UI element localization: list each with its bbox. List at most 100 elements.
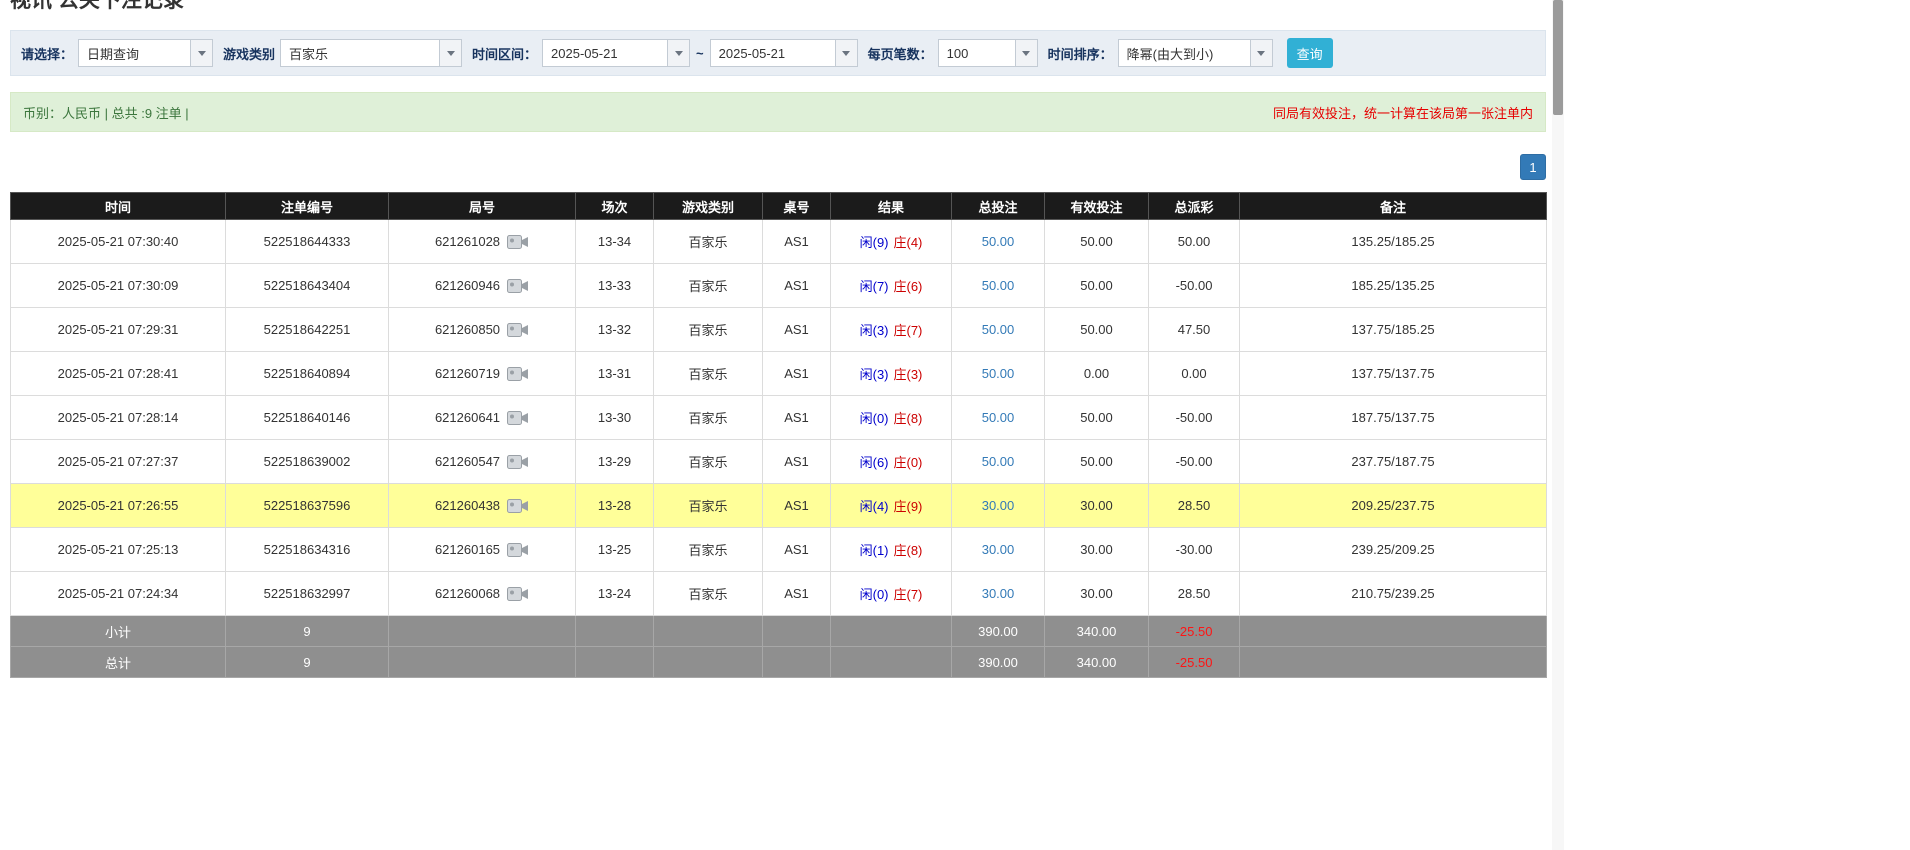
total-bet-link[interactable]: 50.00 bbox=[982, 366, 1015, 381]
player-result: 闲(3) bbox=[860, 367, 889, 382]
time-sort-select[interactable]: 降幂(由大到小) bbox=[1118, 39, 1273, 67]
cell-table-no: AS1 bbox=[763, 352, 831, 396]
table-header-row: 时间 注单编号 局号 场次 游戏类别 桌号 结果 总投注 有效投注 总派彩 备注 bbox=[11, 193, 1547, 220]
page-1-button[interactable]: 1 bbox=[1520, 154, 1546, 180]
video-replay-icon[interactable] bbox=[507, 234, 529, 250]
total-bet-link[interactable]: 50.00 bbox=[982, 454, 1015, 469]
total-bet-link[interactable]: 50.00 bbox=[982, 278, 1015, 293]
total-bet-link[interactable]: 50.00 bbox=[982, 410, 1015, 425]
date-from-select[interactable]: 2025-05-21 bbox=[542, 39, 690, 67]
col-session: 场次 bbox=[576, 193, 654, 220]
cell-time: 2025-05-21 07:24:34 bbox=[11, 572, 226, 616]
cell-bet-id: 522518640146 bbox=[226, 396, 389, 440]
player-result: 闲(4) bbox=[860, 499, 889, 514]
cell-result: 闲(0)庄(8) bbox=[831, 396, 952, 440]
cell-payout: -30.00 bbox=[1149, 528, 1240, 572]
total-bet-link[interactable]: 50.00 bbox=[982, 322, 1015, 337]
total-bet-link[interactable]: 30.00 bbox=[982, 498, 1015, 513]
cell-payout: 28.50 bbox=[1149, 572, 1240, 616]
table-row: 2025-05-21 07:28:14 522518640146 6212606… bbox=[11, 396, 1547, 440]
chevron-down-icon[interactable] bbox=[835, 40, 857, 66]
subtotal-empty bbox=[763, 616, 831, 647]
query-button[interactable]: 查询 bbox=[1287, 38, 1333, 68]
chevron-down-icon[interactable] bbox=[1250, 40, 1272, 66]
cell-session: 13-34 bbox=[576, 220, 654, 264]
cell-note: 239.25/209.25 bbox=[1240, 528, 1547, 572]
round-number: 621260438 bbox=[435, 498, 500, 513]
cell-game-type: 百家乐 bbox=[654, 264, 763, 308]
cell-bet-id: 522518640894 bbox=[226, 352, 389, 396]
cell-table-no: AS1 bbox=[763, 440, 831, 484]
cell-bet-id: 522518639002 bbox=[226, 440, 389, 484]
grand-total-empty bbox=[389, 647, 576, 678]
video-replay-icon[interactable] bbox=[507, 586, 529, 602]
cell-round: 621261028 bbox=[389, 220, 576, 264]
game-type-select[interactable]: 百家乐 bbox=[280, 39, 462, 67]
cell-valid-bet: 30.00 bbox=[1045, 572, 1149, 616]
subtotal-payout: -25.50 bbox=[1149, 616, 1240, 647]
video-replay-icon[interactable] bbox=[507, 542, 529, 558]
banker-result: 庄(8) bbox=[894, 411, 923, 426]
date-query-select-value: 日期查询 bbox=[79, 40, 190, 66]
records-table: 时间 注单编号 局号 场次 游戏类别 桌号 结果 总投注 有效投注 总派彩 备注… bbox=[10, 192, 1547, 678]
page-size-value: 100 bbox=[939, 40, 1015, 66]
cell-total-bet: 50.00 bbox=[952, 264, 1045, 308]
cell-session: 13-29 bbox=[576, 440, 654, 484]
video-replay-icon[interactable] bbox=[507, 322, 529, 338]
total-bet-link[interactable]: 30.00 bbox=[982, 542, 1015, 557]
subtotal-empty bbox=[654, 616, 763, 647]
scrollbar-thumb[interactable] bbox=[1553, 0, 1563, 115]
cell-bet-id: 522518644333 bbox=[226, 220, 389, 264]
cell-note: 185.25/135.25 bbox=[1240, 264, 1547, 308]
cell-valid-bet: 50.00 bbox=[1045, 440, 1149, 484]
cell-table-no: AS1 bbox=[763, 528, 831, 572]
banker-result: 庄(7) bbox=[894, 323, 923, 338]
page: 视讯 公关下注记录 请选择： 日期查询 游戏类别 百家乐 时间区间： 2025-… bbox=[0, 0, 1910, 850]
col-round: 局号 bbox=[389, 193, 576, 220]
banker-result: 庄(9) bbox=[894, 499, 923, 514]
cell-note: 237.75/187.75 bbox=[1240, 440, 1547, 484]
video-replay-icon[interactable] bbox=[507, 366, 529, 382]
total-bet-link[interactable]: 30.00 bbox=[982, 586, 1015, 601]
cell-game-type: 百家乐 bbox=[654, 484, 763, 528]
chevron-down-icon[interactable] bbox=[1015, 40, 1037, 66]
summary-bar: 币别：人民币 | 总共 :9 注单 | 同局有效投注，统一计算在该局第一张注单内 bbox=[10, 92, 1546, 132]
date-query-select[interactable]: 日期查询 bbox=[78, 39, 213, 67]
cell-result: 闲(6)庄(0) bbox=[831, 440, 952, 484]
time-sort-value: 降幂(由大到小) bbox=[1119, 40, 1250, 66]
cell-game-type: 百家乐 bbox=[654, 396, 763, 440]
cell-bet-id: 522518642251 bbox=[226, 308, 389, 352]
cell-round: 621260165 bbox=[389, 528, 576, 572]
game-type-label: 游戏类别 bbox=[223, 44, 275, 63]
date-from-value: 2025-05-21 bbox=[543, 40, 667, 66]
chevron-down-icon[interactable] bbox=[190, 40, 212, 66]
cell-result: 闲(3)庄(7) bbox=[831, 308, 952, 352]
cell-valid-bet: 50.00 bbox=[1045, 308, 1149, 352]
subtotal-empty bbox=[389, 616, 576, 647]
cell-note: 209.25/237.75 bbox=[1240, 484, 1547, 528]
chevron-down-icon[interactable] bbox=[667, 40, 689, 66]
page-size-label: 每页笔数： bbox=[868, 44, 933, 63]
grand-total-count: 9 bbox=[226, 647, 389, 678]
time-sort-label: 时间排序： bbox=[1048, 44, 1113, 63]
cell-payout: -50.00 bbox=[1149, 440, 1240, 484]
cell-bet-id: 522518637596 bbox=[226, 484, 389, 528]
table-row: 2025-05-21 07:26:55 522518637596 6212604… bbox=[11, 484, 1547, 528]
cell-round: 621260850 bbox=[389, 308, 576, 352]
cell-game-type: 百家乐 bbox=[654, 352, 763, 396]
grand-total-empty bbox=[831, 647, 952, 678]
banker-result: 庄(8) bbox=[894, 543, 923, 558]
total-bet-link[interactable]: 50.00 bbox=[982, 234, 1015, 249]
video-replay-icon[interactable] bbox=[507, 410, 529, 426]
cell-total-bet: 50.00 bbox=[952, 220, 1045, 264]
video-replay-icon[interactable] bbox=[507, 454, 529, 470]
table-row: 2025-05-21 07:25:13 522518634316 6212601… bbox=[11, 528, 1547, 572]
cell-result: 闲(0)庄(7) bbox=[831, 572, 952, 616]
chevron-down-icon[interactable] bbox=[439, 40, 461, 66]
round-number: 621260165 bbox=[435, 542, 500, 557]
video-replay-icon[interactable] bbox=[507, 278, 529, 294]
date-to-select[interactable]: 2025-05-21 bbox=[710, 39, 858, 67]
vertical-scrollbar[interactable] bbox=[1552, 0, 1564, 850]
video-replay-icon[interactable] bbox=[507, 498, 529, 514]
page-size-select[interactable]: 100 bbox=[938, 39, 1038, 67]
